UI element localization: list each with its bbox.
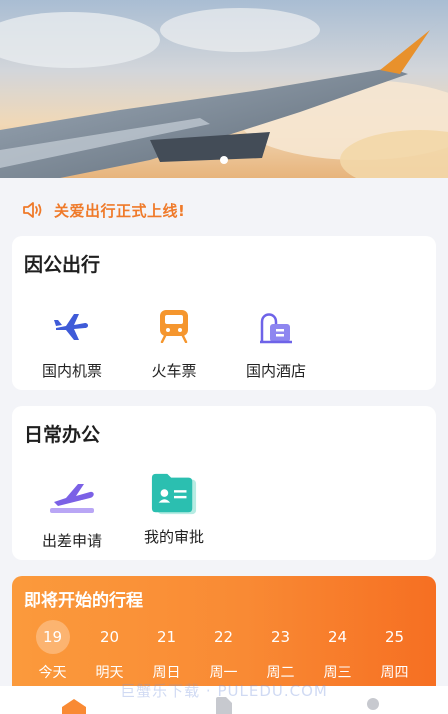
- tile-label: 出差申请: [41, 532, 102, 550]
- business-travel-card: 因公出行 国内机票 火车票 国内酒店: [12, 236, 436, 390]
- date-number: 22: [213, 628, 234, 646]
- weekday-label: 今天: [38, 665, 67, 681]
- date-number: 20: [99, 628, 120, 646]
- weekday-label: 周日: [152, 665, 181, 681]
- trip-application-button[interactable]: 出差申请: [22, 472, 122, 551]
- domestic-hotel-button[interactable]: 国内酒店: [226, 302, 326, 381]
- tile-label: 我的审批: [143, 528, 204, 546]
- announcement-text: 关爱出行正式上线!: [54, 201, 186, 220]
- airplane-wing-image: [0, 0, 448, 178]
- date-item-23[interactable]: 23 周二: [252, 620, 309, 682]
- hero-banner[interactable]: [0, 0, 448, 178]
- date-number: 19: [35, 620, 70, 654]
- date-number: 25: [384, 628, 405, 646]
- airplane-icon: [48, 302, 96, 350]
- trip-application-icon: [48, 472, 96, 520]
- tile-label: 国内机票: [41, 362, 102, 380]
- speaker-icon: [23, 202, 42, 218]
- weekday-label: 周二: [266, 665, 295, 681]
- domestic-flight-button[interactable]: 国内机票: [22, 302, 122, 381]
- date-number: 21: [156, 628, 177, 646]
- date-item-25[interactable]: 25 周四: [366, 620, 423, 682]
- section-title-daily-office: 日常办公: [24, 424, 101, 446]
- train-ticket-button[interactable]: 火车票: [124, 302, 224, 381]
- train-icon: [150, 302, 198, 350]
- date-item-20[interactable]: 20 明天: [81, 620, 138, 682]
- weekday-label: 周一: [209, 665, 238, 681]
- upcoming-trips-title: 即将开始的行程: [24, 591, 143, 611]
- approval-icon: [150, 468, 198, 520]
- date-number: 24: [327, 628, 348, 646]
- date-number: 23: [270, 628, 291, 646]
- daily-office-card: 日常办公 出差申请 我的审批: [12, 406, 436, 560]
- my-approval-button[interactable]: 我的审批: [124, 468, 224, 547]
- weekday-label: 周三: [323, 665, 352, 681]
- date-item-22[interactable]: 22 周一: [195, 620, 252, 682]
- section-title-business-travel: 因公出行: [24, 254, 101, 276]
- date-item-19[interactable]: 19 今天: [24, 620, 81, 682]
- hotel-icon: [252, 302, 300, 350]
- weekday-label: 明天: [95, 665, 124, 681]
- weekday-label: 周四: [380, 665, 409, 681]
- watermark-text: 巨蟹乐下载 · PULEDU.COM: [120, 682, 328, 700]
- date-item-24[interactable]: 24 周三: [309, 620, 366, 682]
- date-item-21[interactable]: 21 周日: [138, 620, 195, 682]
- announcement-bar[interactable]: 关爱出行正式上线!: [0, 192, 448, 228]
- tile-label: 国内酒店: [245, 362, 306, 380]
- carousel-indicator[interactable]: [220, 156, 228, 164]
- tile-label: 火车票: [151, 362, 197, 380]
